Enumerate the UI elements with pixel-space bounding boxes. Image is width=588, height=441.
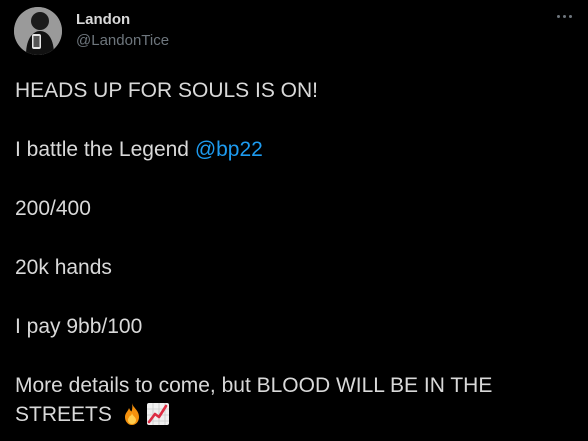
chart-increasing-emoji-icon [146,402,170,434]
more-options-icon[interactable] [550,6,578,26]
author-handle[interactable]: @LandonTice [76,32,169,49]
tweet-line-3: 200/400 [15,197,91,220]
fire-emoji-icon [120,402,144,434]
author-name[interactable]: Landon [76,11,130,28]
tweet-line-5: I pay 9bb/100 [15,315,143,338]
tweet-line-7: STREETS [15,400,575,434]
tweet-line-2-text: I battle the Legend [15,138,195,161]
tweet-line-2: I battle the Legend @bp22 [15,135,575,164]
tweet-line-6: More details to come, but BLOOD WILL BE … [15,374,493,397]
more-dot [568,14,572,18]
tweet-text: HEADS UP FOR SOULS IS ON! I battle the L… [15,76,575,434]
tweet-line-4: 20k hands [15,256,112,279]
tweet-line-1: HEADS UP FOR SOULS IS ON! [15,79,319,102]
tweet-card[interactable]: Landon @LandonTice HEADS UP FOR SOULS IS… [0,0,588,441]
avatar[interactable] [14,7,62,55]
avatar-image [14,7,62,55]
more-dot [556,14,560,18]
more-dot [562,14,566,18]
tweet-line-7-text: STREETS [15,403,112,426]
mention-link[interactable]: @bp22 [195,138,263,161]
